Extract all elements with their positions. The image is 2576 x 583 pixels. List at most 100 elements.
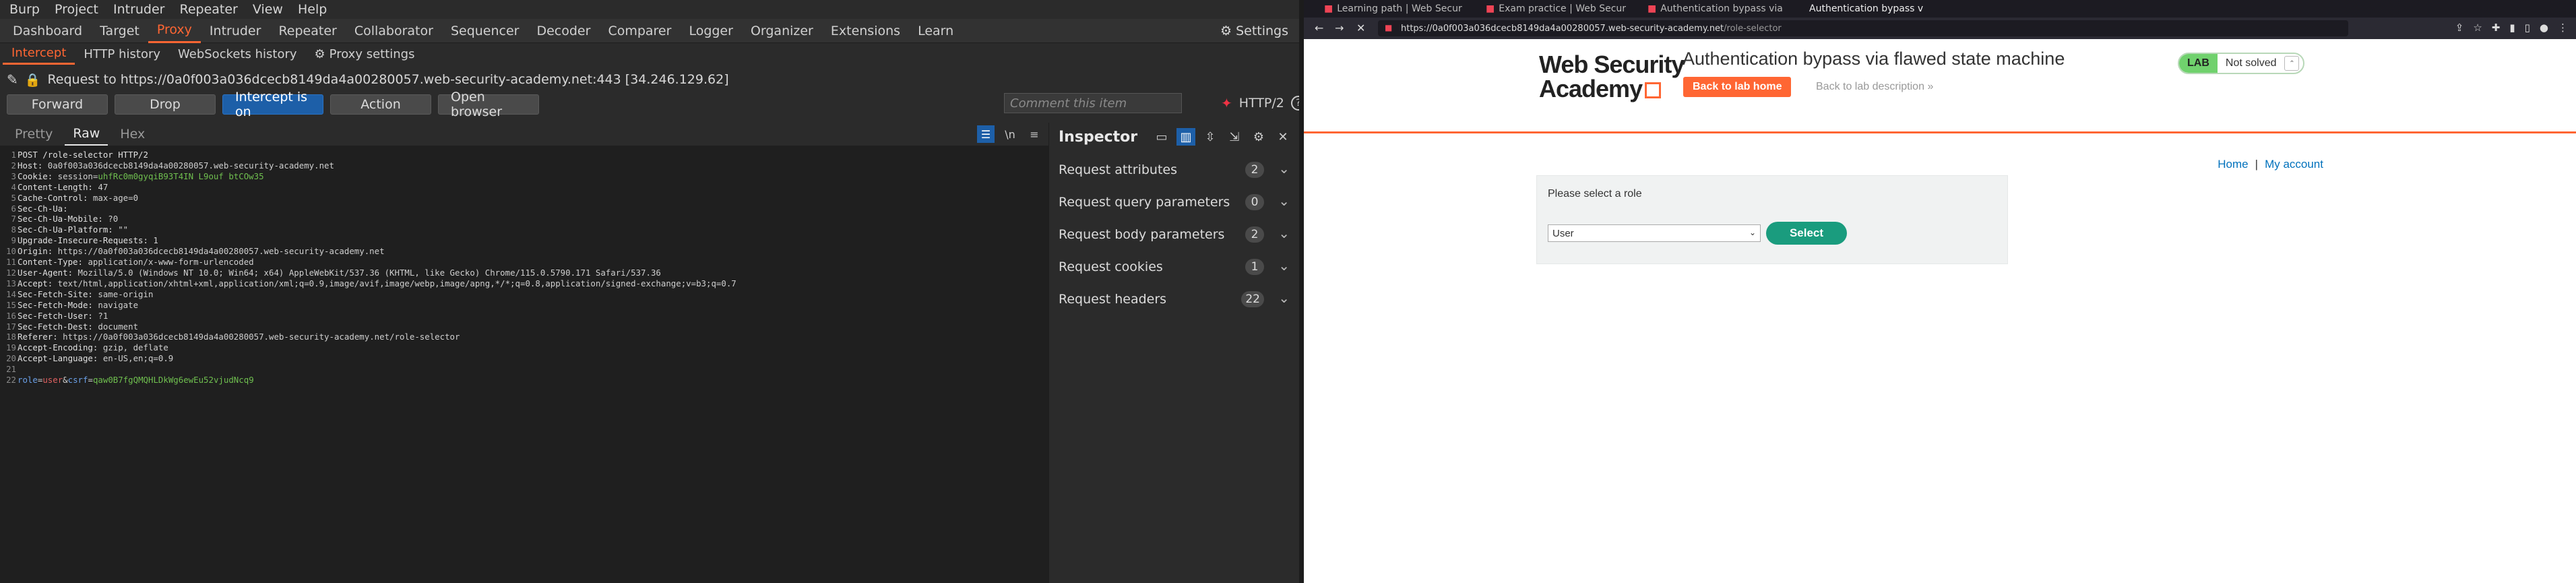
code-line[interactable]: 5 Cache-Control: max-age=0: [0, 193, 736, 204]
editor-tab-hex[interactable]: Hex: [112, 123, 153, 146]
section-request-body-parameters[interactable]: Request body parameters 2 ⌄: [1049, 218, 1299, 251]
line-number: 15: [6, 299, 16, 310]
close-icon[interactable]: ✕: [1274, 128, 1292, 146]
code-line[interactable]: 16 Sec-Fetch-User: ?1: [0, 311, 736, 321]
tab-collaborator[interactable]: Collaborator: [346, 19, 442, 43]
code-line[interactable]: 9 Upgrade-Insecure-Requests: 1: [0, 235, 736, 246]
section-request-headers[interactable]: Request headers 22 ⌄: [1049, 283, 1299, 315]
back-to-lab-description-link[interactable]: Back to lab description »: [1816, 81, 1933, 93]
subtab-http-history[interactable]: HTTP history: [75, 43, 169, 65]
tab-decoder[interactable]: Decoder: [528, 19, 599, 43]
editor-tab-raw[interactable]: Raw: [65, 123, 108, 146]
extensions-icon[interactable]: ✚: [2492, 22, 2501, 34]
action-button[interactable]: Action: [330, 94, 431, 115]
tab-learn[interactable]: Learn: [909, 19, 962, 43]
tab-logger[interactable]: Logger: [680, 19, 742, 43]
role-select[interactable]: User ⌄: [1548, 224, 1761, 242]
collapse-icon[interactable]: ⇲: [1225, 128, 1244, 146]
subtab-intercept[interactable]: Intercept: [3, 43, 75, 65]
code-line[interactable]: 13 Accept: text/html,application/xhtml+xm…: [0, 278, 736, 289]
tab-comparer[interactable]: Comparer: [599, 19, 680, 43]
proxy-settings-button[interactable]: ⚙ Proxy settings: [306, 43, 424, 65]
bookmark-icon[interactable]: ☆: [2473, 22, 2482, 34]
browser-tab[interactable]: ■ Exam practice | Web Secur: [1486, 0, 1626, 18]
stop-icon[interactable]: ✕: [1356, 22, 1365, 34]
code-line[interactable]: 8 Sec-Ch-Ua-Platform: "": [0, 224, 736, 235]
code-line[interactable]: 15 Sec-Fetch-Mode: navigate: [0, 300, 736, 311]
request-code[interactable]: 1 POST /role-selector HTTP/2 2 Host: 0a0f00…: [0, 150, 736, 386]
section-request-cookies[interactable]: Request cookies 1 ⌄: [1049, 251, 1299, 283]
line-number: 14: [6, 288, 16, 299]
back-icon[interactable]: ←: [1315, 22, 1323, 34]
line-number: 6: [11, 203, 16, 214]
forward-button[interactable]: Forward: [7, 94, 108, 115]
code-line[interactable]: 12 User-Agent: Mozilla/5.0 (Windows NT 10…: [0, 268, 736, 278]
menu-intruder[interactable]: Intruder: [113, 2, 165, 17]
code-line-body[interactable]: 22 role=user&csrf=qaw0B7fgQMQHLDkWg6ewEu5…: [0, 375, 736, 386]
menu-icon[interactable]: ⋮: [2558, 22, 2568, 34]
browser-tab[interactable]: ■ Authentication bypass via: [1647, 0, 1783, 18]
code-line[interactable]: 1 POST /role-selector HTTP/2: [0, 150, 736, 160]
academy-logo[interactable]: Web Security Academy: [1539, 53, 1685, 101]
profile-icon[interactable]: ●: [2540, 22, 2548, 34]
menu-help[interactable]: Help: [298, 2, 327, 17]
code-line[interactable]: 4 Content-Length: 47: [0, 182, 736, 193]
sidebar-icon[interactable]: ▯: [2525, 22, 2530, 34]
http-version-label[interactable]: HTTP/2: [1239, 96, 1284, 111]
editor-tab-pretty[interactable]: Pretty: [7, 123, 61, 146]
settings-button[interactable]: ⚙ Settings: [1220, 19, 1288, 43]
address-bar[interactable]: ■ https://0a0f003a036dcecb8149da4a002800…: [1378, 20, 2348, 36]
browser-tab-active[interactable]: Authentication bypass v: [1809, 0, 1923, 18]
tab-intruder[interactable]: Intruder: [201, 19, 270, 43]
status-toggle-icon[interactable]: ⌃: [2284, 56, 2300, 71]
intercept-toggle[interactable]: Intercept is on: [222, 90, 323, 119]
back-to-lab-home-button[interactable]: Back to lab home: [1683, 77, 1792, 97]
my-account-link[interactable]: My account: [2265, 158, 2323, 171]
forward-icon[interactable]: →: [1335, 22, 1344, 34]
wrap-icon[interactable]: ☰: [977, 125, 995, 143]
tab-proxy[interactable]: Proxy: [148, 19, 201, 43]
home-link[interactable]: Home: [2218, 158, 2248, 171]
pin-icon[interactable]: ▮: [2509, 22, 2515, 34]
menu-project[interactable]: Project: [55, 2, 98, 17]
code-line[interactable]: 6 Sec-Ch-Ua:: [0, 204, 736, 214]
code-line[interactable]: 17 Sec-Fetch-Dest: document: [0, 321, 736, 332]
newline-toggle[interactable]: \n: [1001, 125, 1019, 143]
open-browser-button[interactable]: Open browser: [438, 90, 539, 119]
code-line[interactable]: 18 Referer: https://0a0f003a036dcecb8149d…: [0, 332, 736, 342]
pencil-icon[interactable]: ✎: [7, 71, 18, 88]
section-request-query-parameters[interactable]: Request query parameters 0 ⌄: [1049, 186, 1299, 218]
menu-repeater[interactable]: Repeater: [179, 2, 237, 17]
code-line[interactable]: 7 Sec-Ch-Ua-Mobile: ?0: [0, 214, 736, 224]
tab-extensions[interactable]: Extensions: [822, 19, 909, 43]
expand-icon[interactable]: ⇳: [1201, 128, 1220, 146]
select-button[interactable]: Select: [1766, 222, 1847, 245]
code-line[interactable]: 3 Cookie: session=uhfRc0m0gyqiB93T4IN L9o…: [0, 171, 736, 182]
gear-icon[interactable]: ⚙: [1249, 128, 1268, 146]
drop-button[interactable]: Drop: [115, 94, 216, 115]
code-line[interactable]: 11 Content-Type: application/x-www-form-u…: [0, 257, 736, 268]
code-line[interactable]: 10 Origin: https://0a0f003a036dcecb8149da…: [0, 246, 736, 257]
share-icon[interactable]: ⇪: [2455, 22, 2464, 34]
code-line[interactable]: 2 Host: 0a0f003a036dcecb8149da4a00280057.…: [0, 160, 736, 171]
editor-menu-icon[interactable]: ≡: [1026, 125, 1043, 143]
code-line[interactable]: 19 Accept-Encoding: gzip, deflate: [0, 342, 736, 353]
layout-icon[interactable]: ▭: [1152, 128, 1171, 146]
tab-sequencer[interactable]: Sequencer: [442, 19, 528, 43]
code-line[interactable]: 21: [0, 364, 736, 375]
tab-target[interactable]: Target: [91, 19, 148, 43]
code-line[interactable]: 20 Accept-Language: en-US,en;q=0.9: [0, 353, 736, 364]
tab-organizer[interactable]: Organizer: [742, 19, 822, 43]
tab-dashboard[interactable]: Dashboard: [4, 19, 91, 43]
menu-view[interactable]: View: [253, 2, 283, 17]
section-request-attributes[interactable]: Request attributes 2 ⌄: [1049, 154, 1299, 186]
menu-burp[interactable]: Burp: [9, 2, 40, 17]
layout-split-icon[interactable]: ▥: [1176, 128, 1195, 146]
comment-input[interactable]: Comment this item: [1004, 93, 1182, 113]
code-line[interactable]: 14 Sec-Fetch-Site: same-origin: [0, 289, 736, 300]
tab-repeater[interactable]: Repeater: [270, 19, 345, 43]
browser-tab[interactable]: ■ Learning path | Web Secur: [1324, 0, 1462, 18]
request-editor[interactable]: Pretty Raw Hex ☰ \n ≡ 1 POST /role-select…: [0, 123, 1048, 583]
subtab-websockets-history[interactable]: WebSockets history: [169, 43, 306, 65]
highlight-icon[interactable]: ✦: [1221, 95, 1232, 111]
